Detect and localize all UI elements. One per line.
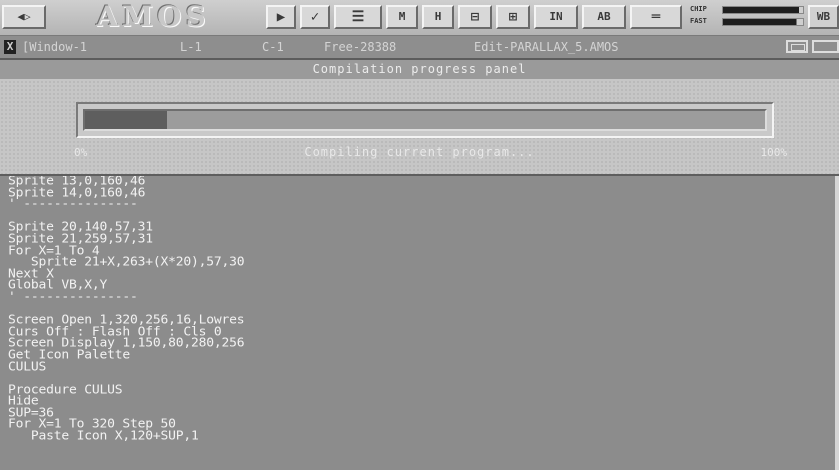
code-line[interactable] [8, 373, 244, 384]
workbench-button[interactable]: WB [808, 5, 839, 29]
fast-meter [722, 18, 804, 26]
scroll-arrows-button[interactable]: ◀▷ [2, 5, 46, 29]
insert-icon[interactable]: IN [534, 5, 578, 29]
editor-toolbar: ◀▷ AMOS ▶ ✓ ☰ M H ⊟ ⊞ IN AB ═ CHIP FAST … [0, 0, 839, 36]
panel-title: Compilation progress panel [0, 60, 839, 79]
progress-bar [76, 102, 774, 138]
code-line[interactable]: ' --------------- [8, 291, 244, 303]
depth-icon[interactable] [812, 40, 839, 53]
compilation-panel: Compilation progress panel 0% Compiling … [0, 60, 839, 176]
window-name: [Window-1 [22, 40, 88, 54]
lines-icon[interactable]: ☰ [334, 5, 382, 29]
progress-fill [85, 111, 167, 129]
fast-label: FAST [690, 17, 707, 25]
editor-edge [835, 176, 839, 470]
code-line[interactable]: Paste Icon X,120+SUP,1 [8, 430, 244, 442]
zoom-icon[interactable] [786, 40, 808, 53]
column-indicator: C-1 [262, 40, 284, 54]
chip-meter [722, 6, 804, 14]
fold-icon[interactable]: ⊟ [458, 5, 492, 29]
free-memory: Free-28388 [324, 40, 397, 54]
code-line[interactable]: Sprite 13,0,160,46 [8, 176, 244, 187]
memory-meters: CHIP FAST [690, 4, 806, 30]
line-indicator: L-1 [180, 40, 202, 54]
abc-icon[interactable]: AB [582, 5, 626, 29]
code-line[interactable]: Sprite 21,259,57,31 [8, 233, 244, 245]
unfold-icon[interactable]: ⊞ [496, 5, 530, 29]
window-title-bar: X [Window-1 L-1 C-1 Free-28388 Edit-PARA… [0, 36, 839, 60]
memory-icon[interactable]: M [386, 5, 418, 29]
close-icon[interactable]: X [4, 40, 16, 54]
ruler-icon[interactable]: ═ [630, 5, 682, 29]
progress-max-label: 100% [760, 146, 788, 159]
amos-logo: AMOS [96, 0, 210, 33]
progress-track [83, 109, 767, 131]
code-line[interactable]: CULUS [8, 361, 244, 373]
code-line[interactable]: Procedure CULUS [8, 384, 244, 396]
code-listing: Sprite 13,0,160,46 Sprite 14,0,160,46 ' --… [8, 176, 245, 443]
check-icon[interactable]: ✓ [300, 5, 330, 29]
help-icon[interactable]: H [422, 5, 454, 29]
edit-filename: Edit-PARALLAX_5.AMOS [474, 40, 619, 54]
play-icon[interactable]: ▶ [266, 5, 296, 29]
code-editor[interactable]: Sprite 13,0,160,46 Sprite 14,0,160,46 ' --… [0, 176, 839, 470]
chip-label: CHIP [690, 5, 707, 13]
code-line[interactable]: ' --------------- [8, 198, 244, 210]
compile-status: Compiling current program... [304, 145, 535, 159]
code-line[interactable]: Get Icon Palette [8, 349, 244, 361]
